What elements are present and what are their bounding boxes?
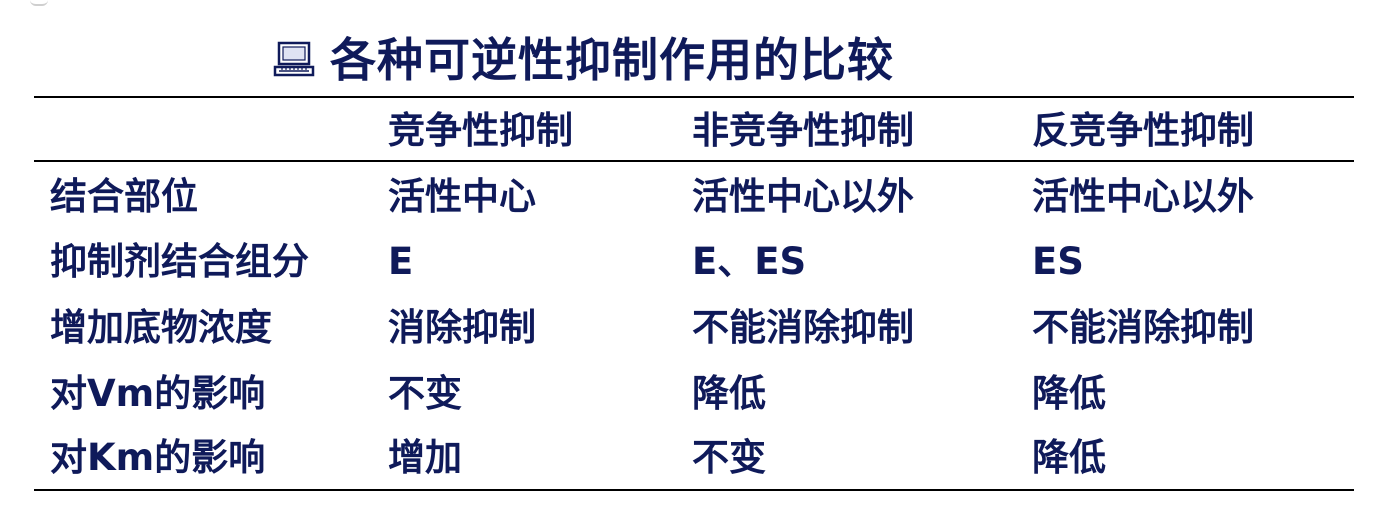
table-bottom-rule [34,489,1354,491]
table-header-rule [34,160,1354,162]
table-cell: 不能消除抑制 [692,306,914,349]
slide-title: 各种可逆性抑制作用的比较 [272,30,894,90]
row-label-binding-site: 结合部位 [50,175,198,218]
table-cell: 不能消除抑制 [1032,306,1254,349]
table-cell: 降低 [1032,436,1106,479]
table-cell: 降低 [692,372,766,415]
table-cell: 不变 [388,372,462,415]
table-cell: 活性中心以外 [692,175,914,218]
table-cell: 活性中心以外 [1032,175,1254,218]
table-cell: E、ES [692,240,807,283]
table-cell: 不变 [692,436,766,479]
row-label-vm-effect: 对Vm的影响 [50,372,266,415]
row-label-substrate-increase: 增加底物浓度 [50,306,272,349]
table-cell: 活性中心 [388,175,536,218]
table-top-rule [34,96,1354,98]
table-cell: E [388,240,414,283]
corner-decoration [30,0,48,6]
laptop-icon [273,41,315,77]
table-cell: 消除抑制 [388,306,536,349]
header-cell-competitive: 竞争性抑制 [388,109,573,152]
header-cell-noncompetitive: 非竞争性抑制 [692,109,914,152]
row-label-km-effect: 对Km的影响 [50,436,266,479]
row-label-inhibitor-binding: 抑制剂结合组分 [50,240,309,283]
table-cell: ES [1032,240,1084,283]
table-cell: 降低 [1032,372,1106,415]
header-cell-uncompetitive: 反竞争性抑制 [1032,109,1254,152]
page-title: 各种可逆性抑制作用的比较 [330,33,894,87]
table-cell: 增加 [388,436,462,479]
